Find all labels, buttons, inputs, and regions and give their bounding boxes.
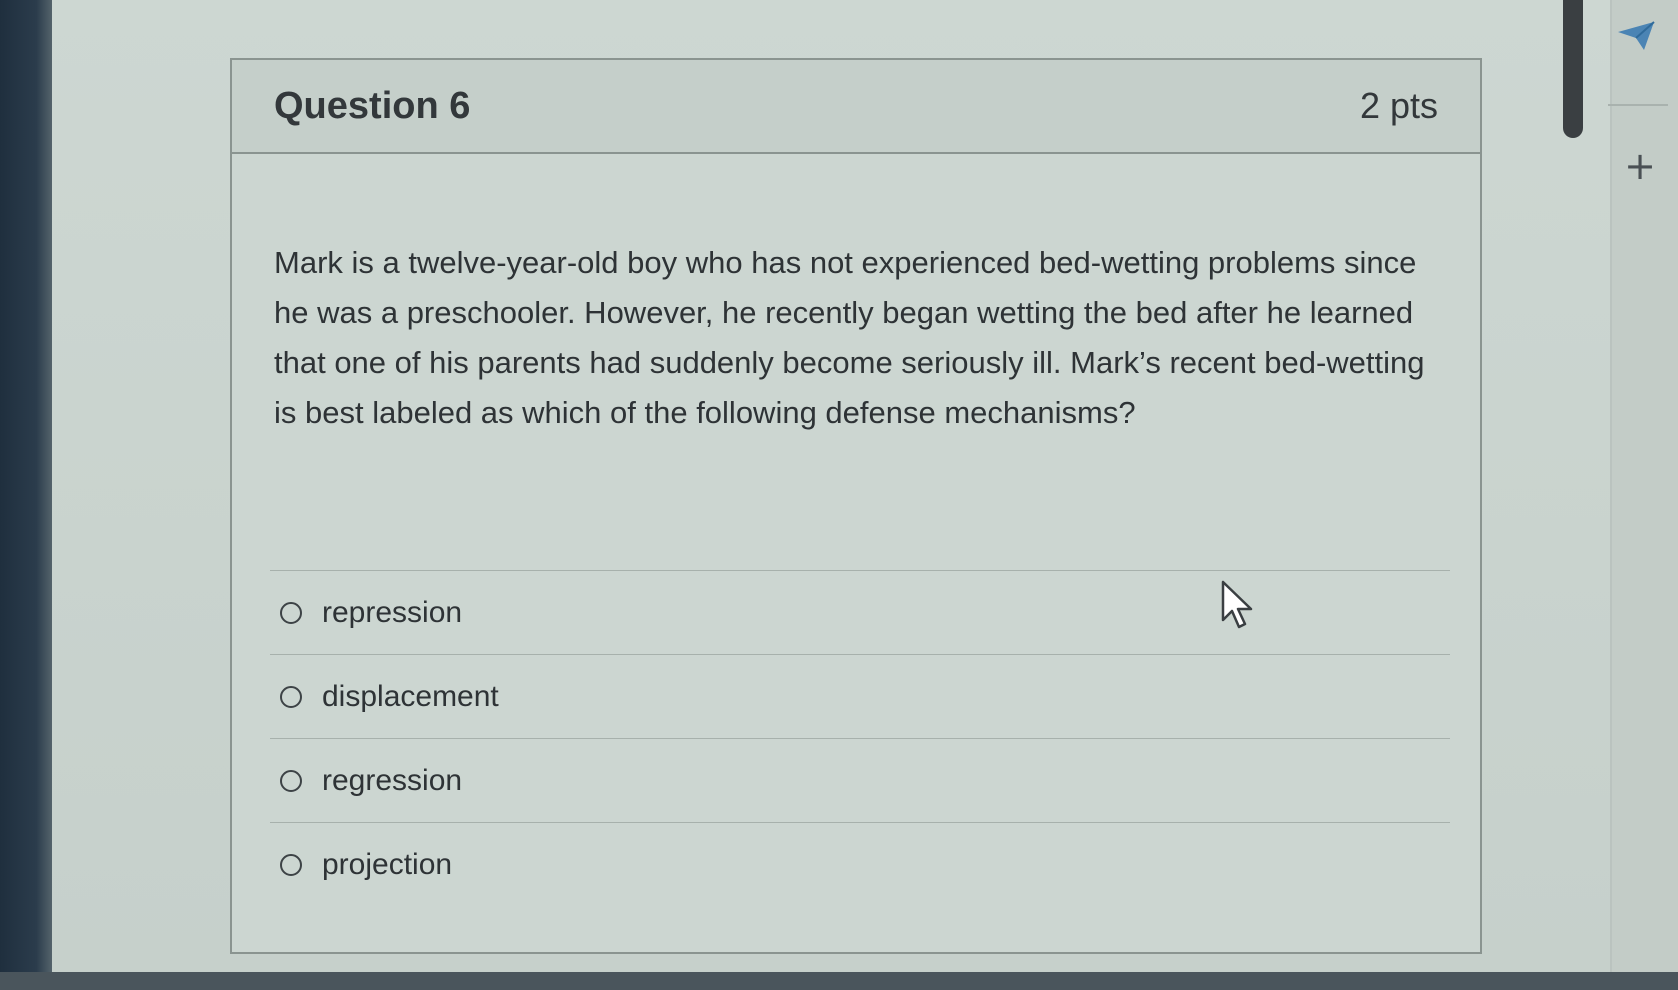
radio-button[interactable] [280, 769, 302, 792]
screen-bezel-left [0, 0, 52, 990]
scrollbar-thumb[interactable] [1563, 0, 1583, 138]
question-card: Question 6 2 pts Mark is a twelve-year-o… [230, 58, 1482, 954]
question-points: 2 pts [1359, 85, 1438, 126]
sidebar-separator [1608, 104, 1668, 106]
radio-button[interactable] [280, 601, 302, 624]
answer-list: repression displacement regression proje… [270, 570, 1450, 907]
question-title: Question 6 [274, 84, 471, 127]
question-header: Question 6 2 pts [232, 60, 1480, 154]
plus-icon[interactable]: + [1620, 146, 1660, 186]
answer-label: repression [322, 595, 463, 629]
mouse-pointer-icon [1221, 580, 1253, 629]
answer-label: projection [322, 848, 453, 881]
question-text: Mark is a twelve-year-old boy who has no… [274, 245, 1425, 430]
answer-label: regression [322, 763, 463, 797]
send-icon[interactable] [1616, 18, 1658, 54]
radio-button[interactable] [280, 854, 302, 876]
answer-option-repression[interactable]: repression [270, 571, 1450, 655]
answer-option-regression[interactable]: regression [270, 739, 1450, 823]
screen-bezel-bottom [0, 972, 1678, 990]
radio-button[interactable] [280, 685, 302, 708]
answer-option-projection[interactable]: projection [270, 823, 1450, 907]
quiz-page: Question 6 2 pts Mark is a twelve-year-o… [52, 0, 1612, 972]
answer-option-displacement[interactable]: displacement [270, 655, 1450, 739]
answer-label: displacement [322, 679, 499, 713]
